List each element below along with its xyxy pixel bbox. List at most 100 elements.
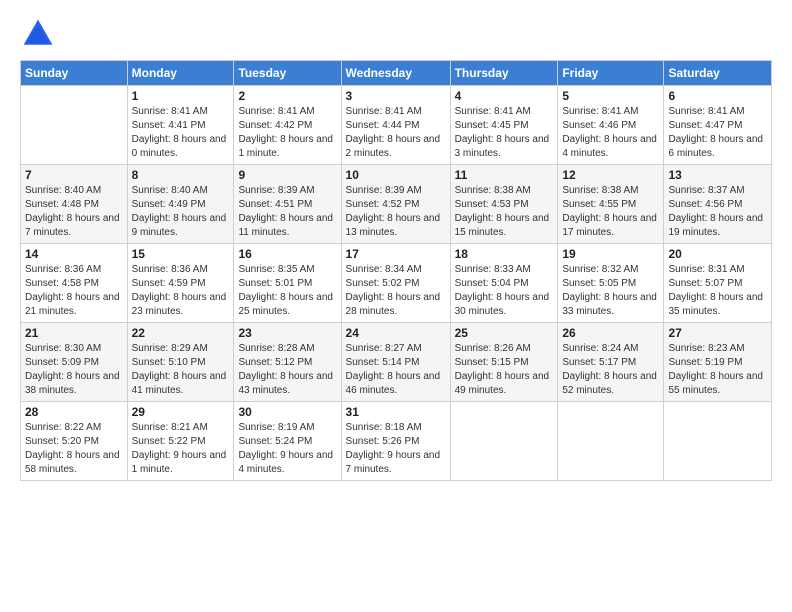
calendar-cell: 14Sunrise: 8:36 AMSunset: 4:58 PMDayligh… bbox=[21, 244, 128, 323]
calendar-cell: 27 Sunrise: 8:23 AMSunset: 5:19 PMDayligh… bbox=[664, 323, 772, 402]
calendar-header-friday: Friday bbox=[558, 61, 664, 86]
day-info: Sunrise: 8:38 AMSunset: 4:55 PMDaylight:… bbox=[562, 184, 659, 240]
calendar-cell: 1 Sunrise: 8:41 AMSunset: 4:41 PMDaylight… bbox=[127, 86, 234, 165]
day-info: Sunrise: 8:37 AMSunset: 4:56 PMDaylight:… bbox=[668, 184, 767, 240]
day-info: Sunrise: 8:32 AMSunset: 5:05 PMDaylight:… bbox=[562, 263, 659, 319]
day-info: Sunrise: 8:38 AMSunset: 4:53 PMDaylight:… bbox=[455, 184, 554, 240]
calendar-header-saturday: Saturday bbox=[664, 61, 772, 86]
calendar-cell: 3 Sunrise: 8:41 AMSunset: 4:44 PMDaylight… bbox=[341, 86, 450, 165]
calendar-cell: 26 Sunrise: 8:24 AMSunset: 5:17 PMDayligh… bbox=[558, 323, 664, 402]
calendar-week-1: 1 Sunrise: 8:41 AMSunset: 4:41 PMDaylight… bbox=[21, 86, 772, 165]
day-number: 19 bbox=[562, 247, 659, 261]
calendar-cell: 22 Sunrise: 8:29 AMSunset: 5:10 PMDayligh… bbox=[127, 323, 234, 402]
day-number: 26 bbox=[562, 326, 659, 340]
logo bbox=[20, 16, 60, 52]
calendar-cell: 15 Sunrise: 8:36 AMSunset: 4:59 PMDayligh… bbox=[127, 244, 234, 323]
calendar-cell: 29 Sunrise: 8:21 AMSunset: 5:22 PMDayligh… bbox=[127, 402, 234, 481]
calendar-cell bbox=[21, 86, 128, 165]
calendar-cell: 19 Sunrise: 8:32 AMSunset: 5:05 PMDayligh… bbox=[558, 244, 664, 323]
day-info: Sunrise: 8:41 AMSunset: 4:42 PMDaylight:… bbox=[238, 105, 336, 161]
day-number: 22 bbox=[132, 326, 230, 340]
day-number: 12 bbox=[562, 168, 659, 182]
calendar-week-3: 14Sunrise: 8:36 AMSunset: 4:58 PMDayligh… bbox=[21, 244, 772, 323]
calendar-cell bbox=[450, 402, 558, 481]
day-info: Sunrise: 8:29 AMSunset: 5:10 PMDaylight:… bbox=[132, 342, 230, 398]
page: SundayMondayTuesdayWednesdayThursdayFrid… bbox=[0, 0, 792, 612]
calendar-header-row: SundayMondayTuesdayWednesdayThursdayFrid… bbox=[21, 61, 772, 86]
calendar-cell: 13 Sunrise: 8:37 AMSunset: 4:56 PMDayligh… bbox=[664, 165, 772, 244]
calendar: SundayMondayTuesdayWednesdayThursdayFrid… bbox=[20, 60, 772, 481]
calendar-cell: 2 Sunrise: 8:41 AMSunset: 4:42 PMDaylight… bbox=[234, 86, 341, 165]
calendar-header-wednesday: Wednesday bbox=[341, 61, 450, 86]
day-info: Sunrise: 8:40 AMSunset: 4:49 PMDaylight:… bbox=[132, 184, 230, 240]
day-info: Sunrise: 8:19 AMSunset: 5:24 PMDaylight:… bbox=[238, 421, 336, 477]
day-info: Sunrise: 8:18 AMSunset: 5:26 PMDaylight:… bbox=[346, 421, 446, 477]
day-number: 8 bbox=[132, 168, 230, 182]
day-number: 13 bbox=[668, 168, 767, 182]
day-info: Sunrise: 8:23 AMSunset: 5:19 PMDaylight:… bbox=[668, 342, 767, 398]
calendar-cell: 4Sunrise: 8:41 AMSunset: 4:45 PMDaylight… bbox=[450, 86, 558, 165]
day-info: Sunrise: 8:41 AMSunset: 4:46 PMDaylight:… bbox=[562, 105, 659, 161]
day-number: 1 bbox=[132, 89, 230, 103]
day-number: 11 bbox=[455, 168, 554, 182]
calendar-cell: 5Sunrise: 8:41 AMSunset: 4:46 PMDaylight… bbox=[558, 86, 664, 165]
day-number: 4 bbox=[455, 89, 554, 103]
day-number: 9 bbox=[238, 168, 336, 182]
calendar-cell: 24 Sunrise: 8:27 AMSunset: 5:14 PMDayligh… bbox=[341, 323, 450, 402]
calendar-week-4: 21 Sunrise: 8:30 AMSunset: 5:09 PMDayligh… bbox=[21, 323, 772, 402]
day-info: Sunrise: 8:27 AMSunset: 5:14 PMDaylight:… bbox=[346, 342, 446, 398]
day-info: Sunrise: 8:26 AMSunset: 5:15 PMDaylight:… bbox=[455, 342, 554, 398]
day-info: Sunrise: 8:21 AMSunset: 5:22 PMDaylight:… bbox=[132, 421, 230, 477]
calendar-cell: 11 Sunrise: 8:38 AMSunset: 4:53 PMDayligh… bbox=[450, 165, 558, 244]
day-info: Sunrise: 8:22 AMSunset: 5:20 PMDaylight:… bbox=[25, 421, 123, 477]
day-info: Sunrise: 8:39 AMSunset: 4:51 PMDaylight:… bbox=[238, 184, 336, 240]
calendar-cell: 30 Sunrise: 8:19 AMSunset: 5:24 PMDayligh… bbox=[234, 402, 341, 481]
day-info: Sunrise: 8:30 AMSunset: 5:09 PMDaylight:… bbox=[25, 342, 123, 398]
day-number: 3 bbox=[346, 89, 446, 103]
day-number: 23 bbox=[238, 326, 336, 340]
day-number: 15 bbox=[132, 247, 230, 261]
calendar-cell: 21 Sunrise: 8:30 AMSunset: 5:09 PMDayligh… bbox=[21, 323, 128, 402]
day-info: Sunrise: 8:41 AMSunset: 4:41 PMDaylight:… bbox=[132, 105, 230, 161]
day-number: 27 bbox=[668, 326, 767, 340]
day-number: 14 bbox=[25, 247, 123, 261]
day-info: Sunrise: 8:33 AMSunset: 5:04 PMDaylight:… bbox=[455, 263, 554, 319]
calendar-cell: 28 Sunrise: 8:22 AMSunset: 5:20 PMDayligh… bbox=[21, 402, 128, 481]
day-info: Sunrise: 8:41 AMSunset: 4:44 PMDaylight:… bbox=[346, 105, 446, 161]
calendar-week-2: 7Sunrise: 8:40 AMSunset: 4:48 PMDaylight… bbox=[21, 165, 772, 244]
calendar-cell: 9 Sunrise: 8:39 AMSunset: 4:51 PMDaylight… bbox=[234, 165, 341, 244]
day-info: Sunrise: 8:34 AMSunset: 5:02 PMDaylight:… bbox=[346, 263, 446, 319]
day-number: 16 bbox=[238, 247, 336, 261]
day-number: 31 bbox=[346, 405, 446, 419]
day-info: Sunrise: 8:36 AMSunset: 4:59 PMDaylight:… bbox=[132, 263, 230, 319]
calendar-cell bbox=[558, 402, 664, 481]
day-number: 18 bbox=[455, 247, 554, 261]
day-number: 24 bbox=[346, 326, 446, 340]
calendar-cell: 25Sunrise: 8:26 AMSunset: 5:15 PMDayligh… bbox=[450, 323, 558, 402]
calendar-cell: 20Sunrise: 8:31 AMSunset: 5:07 PMDayligh… bbox=[664, 244, 772, 323]
day-number: 17 bbox=[346, 247, 446, 261]
calendar-week-5: 28 Sunrise: 8:22 AMSunset: 5:20 PMDayligh… bbox=[21, 402, 772, 481]
calendar-cell: 10Sunrise: 8:39 AMSunset: 4:52 PMDayligh… bbox=[341, 165, 450, 244]
day-info: Sunrise: 8:24 AMSunset: 5:17 PMDaylight:… bbox=[562, 342, 659, 398]
header bbox=[20, 16, 772, 52]
day-number: 7 bbox=[25, 168, 123, 182]
calendar-cell: 8 Sunrise: 8:40 AMSunset: 4:49 PMDaylight… bbox=[127, 165, 234, 244]
calendar-header-monday: Monday bbox=[127, 61, 234, 86]
calendar-cell bbox=[664, 402, 772, 481]
day-number: 29 bbox=[132, 405, 230, 419]
day-number: 10 bbox=[346, 168, 446, 182]
calendar-cell: 31 Sunrise: 8:18 AMSunset: 5:26 PMDayligh… bbox=[341, 402, 450, 481]
calendar-header-tuesday: Tuesday bbox=[234, 61, 341, 86]
day-info: Sunrise: 8:28 AMSunset: 5:12 PMDaylight:… bbox=[238, 342, 336, 398]
calendar-cell: 7Sunrise: 8:40 AMSunset: 4:48 PMDaylight… bbox=[21, 165, 128, 244]
day-number: 28 bbox=[25, 405, 123, 419]
calendar-cell: 12 Sunrise: 8:38 AMSunset: 4:55 PMDayligh… bbox=[558, 165, 664, 244]
day-number: 21 bbox=[25, 326, 123, 340]
day-number: 2 bbox=[238, 89, 336, 103]
calendar-header-sunday: Sunday bbox=[21, 61, 128, 86]
calendar-cell: 23 Sunrise: 8:28 AMSunset: 5:12 PMDayligh… bbox=[234, 323, 341, 402]
day-number: 20 bbox=[668, 247, 767, 261]
day-number: 30 bbox=[238, 405, 336, 419]
calendar-cell: 18 Sunrise: 8:33 AMSunset: 5:04 PMDayligh… bbox=[450, 244, 558, 323]
